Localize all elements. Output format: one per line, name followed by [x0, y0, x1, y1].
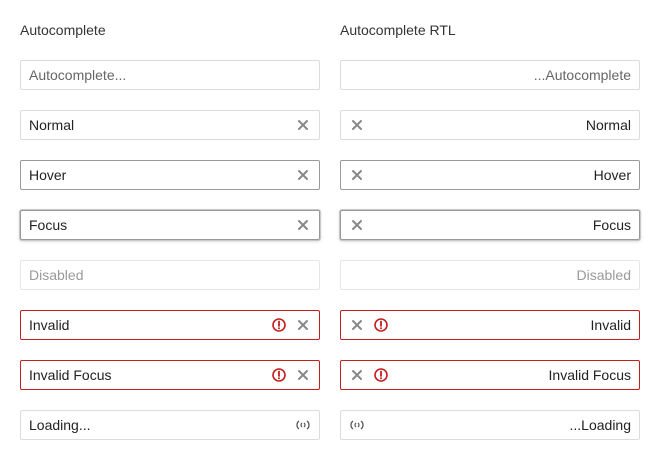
autocomplete-rtl-placeholder-input[interactable]: ...Autocomplete: [340, 60, 640, 90]
input-value: Normal: [29, 117, 75, 133]
close-icon[interactable]: [295, 167, 311, 183]
autocomplete-placeholder-input[interactable]: Autocomplete...: [20, 60, 320, 90]
input-value: Focus: [29, 217, 68, 233]
autocomplete-disabled-input: Disabled: [20, 260, 320, 290]
input-value: Disabled: [29, 267, 84, 283]
autocomplete-rtl-hover-input[interactable]: Hover: [340, 160, 640, 190]
input-value: Focus: [592, 217, 631, 233]
input-value: Invalid: [29, 317, 70, 333]
close-icon[interactable]: [295, 317, 311, 333]
error-icon: [373, 317, 389, 333]
input-value: Hover: [29, 167, 67, 183]
error-icon: [373, 367, 389, 383]
input-value: Loading...: [29, 417, 91, 433]
input-value: ...Loading: [569, 417, 632, 433]
close-icon[interactable]: [349, 317, 365, 333]
placeholder-text: Autocomplete...: [29, 67, 127, 83]
autocomplete-rtl-invalid-input[interactable]: Invalid: [340, 310, 640, 340]
close-icon[interactable]: [295, 217, 311, 233]
close-icon[interactable]: [349, 367, 365, 383]
autocomplete-invalid-focus-input[interactable]: Invalid Focus: [20, 360, 320, 390]
autocomplete-rtl-focus-input[interactable]: Focus: [340, 210, 640, 240]
input-value: Invalid Focus: [29, 367, 112, 383]
close-icon[interactable]: [295, 117, 311, 133]
close-icon[interactable]: [295, 367, 311, 383]
section-heading: Autocomplete: [20, 22, 106, 38]
close-icon[interactable]: [349, 167, 365, 183]
autocomplete-invalid-input[interactable]: Invalid: [20, 310, 320, 340]
autocomplete-rtl-disabled-input: Disabled: [340, 260, 640, 290]
error-icon: [271, 367, 287, 383]
autocomplete-focus-input[interactable]: Focus: [20, 210, 320, 240]
placeholder-text: ...Autocomplete: [533, 67, 631, 83]
input-value: Invalid Focus: [548, 367, 631, 383]
autocomplete-rtl-invalid-focus-input[interactable]: Invalid Focus: [340, 360, 640, 390]
autocomplete-loading-input[interactable]: Loading...: [20, 410, 320, 440]
autocomplete-rtl-loading-input[interactable]: ...Loading: [340, 410, 640, 440]
input-value: Disabled: [576, 267, 631, 283]
autocomplete-normal-input[interactable]: Normal: [20, 110, 320, 140]
autocomplete-hover-input[interactable]: Hover: [20, 160, 320, 190]
input-value: Hover: [593, 167, 631, 183]
autocomplete-rtl-normal-input[interactable]: Normal: [340, 110, 640, 140]
section-heading: Autocomplete RTL: [340, 22, 456, 38]
loading-icon: [295, 417, 311, 433]
close-icon[interactable]: [349, 117, 365, 133]
close-icon[interactable]: [349, 217, 365, 233]
error-icon: [271, 317, 287, 333]
loading-icon: [349, 417, 365, 433]
input-value: Normal: [585, 117, 631, 133]
input-value: Invalid: [590, 317, 631, 333]
